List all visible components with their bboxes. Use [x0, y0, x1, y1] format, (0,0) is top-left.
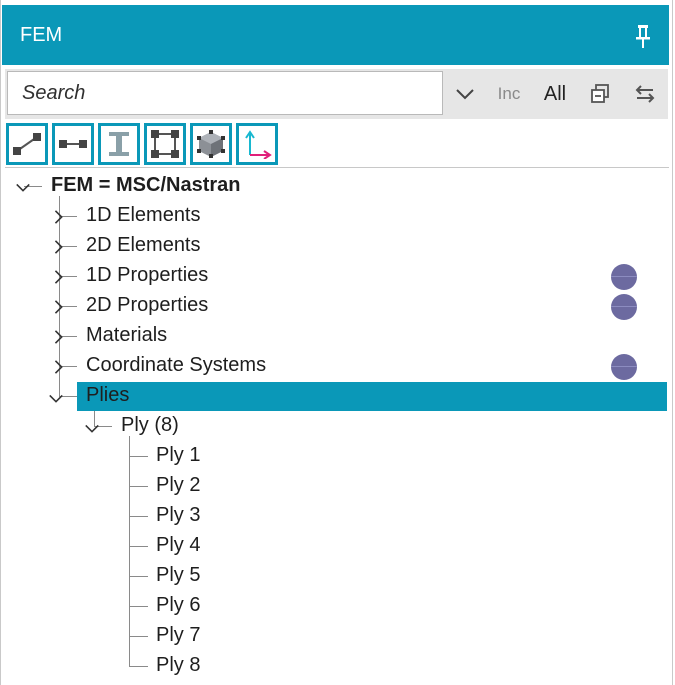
- search-bar: Inc All: [5, 69, 668, 119]
- shell-element-tool[interactable]: [144, 123, 186, 165]
- chevron-down-icon: [456, 89, 474, 100]
- chevron-down-icon[interactable]: [15, 180, 31, 196]
- tree-leaf-label: Ply 7: [156, 624, 201, 646]
- tree-item-ply-group[interactable]: Ply (8): [1, 412, 669, 442]
- chevron-right-icon[interactable]: [51, 209, 67, 225]
- tree-item-label: Ply (8): [121, 414, 179, 436]
- tree-item-1d-properties[interactable]: 1D Properties: [1, 262, 669, 292]
- tree-leaf-ply[interactable]: Ply 5: [1, 562, 669, 592]
- toolbar-divider: [5, 167, 669, 168]
- sync-button[interactable]: [627, 69, 663, 119]
- tree-item-2d-properties[interactable]: 2D Properties: [1, 292, 669, 322]
- beam-section-tool[interactable]: [98, 123, 140, 165]
- tree-item-2d-elements[interactable]: 2D Elements: [1, 232, 669, 262]
- chevron-right-icon[interactable]: [51, 329, 67, 345]
- tree-root-label: FEM = MSC/Nastran: [51, 174, 241, 196]
- line-element-tool[interactable]: [6, 123, 48, 165]
- tree-leaf-ply[interactable]: Ply 8: [1, 652, 669, 682]
- tree-item-label: 2D Elements: [86, 234, 201, 256]
- tree-root[interactable]: FEM = MSC/Nastran: [1, 172, 669, 202]
- tree-leaf-ply[interactable]: Ply 6: [1, 592, 669, 622]
- beam-section-icon: [109, 132, 129, 156]
- tree-leaf-ply[interactable]: Ply 1: [1, 442, 669, 472]
- search-dropdown-button[interactable]: [446, 69, 484, 119]
- tree-item-label: 2D Properties: [86, 294, 209, 316]
- chevron-right-icon[interactable]: [51, 359, 67, 375]
- tree-item-label: Materials: [86, 324, 168, 346]
- tree-item-materials[interactable]: Materials: [1, 322, 669, 352]
- line-element-icon: [13, 133, 41, 155]
- tree-item-label: 1D Elements: [86, 204, 201, 226]
- panel-titlebar: FEM: [2, 5, 669, 65]
- chevron-right-icon[interactable]: [51, 239, 67, 255]
- tree-leaf-label: Ply 3: [156, 504, 201, 526]
- fem-panel: FEM Inc All: [0, 0, 673, 685]
- tree-leaf-label: Ply 4: [156, 534, 201, 556]
- chevron-down-icon[interactable]: [48, 391, 64, 407]
- tree-item-1d-elements[interactable]: 1D Elements: [1, 202, 669, 232]
- bar-element-tool[interactable]: [52, 123, 94, 165]
- all-button[interactable]: All: [535, 69, 575, 119]
- tree-item-label: Coordinate Systems: [86, 354, 267, 376]
- tree-leaf-label: Ply 2: [156, 474, 201, 496]
- tree-leaf-label: Ply 1: [156, 444, 201, 466]
- tree-leaf-label: Ply 8: [156, 654, 201, 676]
- sync-arrows-icon: [635, 85, 655, 103]
- status-dot: [611, 264, 637, 290]
- tree-leaf-ply[interactable]: Ply 4: [1, 532, 669, 562]
- tree-leaf-ply[interactable]: Ply 7: [1, 622, 669, 652]
- solid-element-icon: [197, 130, 225, 158]
- coordinate-system-icon: [245, 130, 272, 159]
- chevron-right-icon[interactable]: [51, 299, 67, 315]
- tree-item-label: 1D Properties: [86, 264, 209, 286]
- tree-leaf-label: Ply 6: [156, 594, 201, 616]
- shell-element-icon: [151, 130, 179, 158]
- status-dot: [611, 294, 637, 320]
- panel-title: FEM: [20, 24, 63, 46]
- chevron-down-icon[interactable]: [84, 421, 100, 437]
- inc-button[interactable]: Inc: [491, 69, 527, 119]
- tree-item-coordinate-systems[interactable]: Coordinate Systems: [1, 352, 669, 382]
- collapse-all-icon: [591, 84, 609, 103]
- tree-leaf-ply[interactable]: Ply 3: [1, 502, 669, 532]
- coordinate-system-tool[interactable]: [236, 123, 278, 165]
- collapse-all-button[interactable]: [583, 69, 617, 119]
- bar-element-icon: [59, 140, 87, 148]
- tree-item-plies[interactable]: Plies: [1, 382, 669, 412]
- search-input[interactable]: [7, 71, 443, 115]
- status-dot: [611, 354, 637, 380]
- tree-leaf-ply[interactable]: Ply 2: [1, 472, 669, 502]
- pin-icon[interactable]: [631, 24, 655, 50]
- chevron-right-icon[interactable]: [51, 269, 67, 285]
- tree-item-label: Plies: [86, 384, 130, 406]
- tree-leaf-label: Ply 5: [156, 564, 201, 586]
- solid-element-tool[interactable]: [190, 123, 232, 165]
